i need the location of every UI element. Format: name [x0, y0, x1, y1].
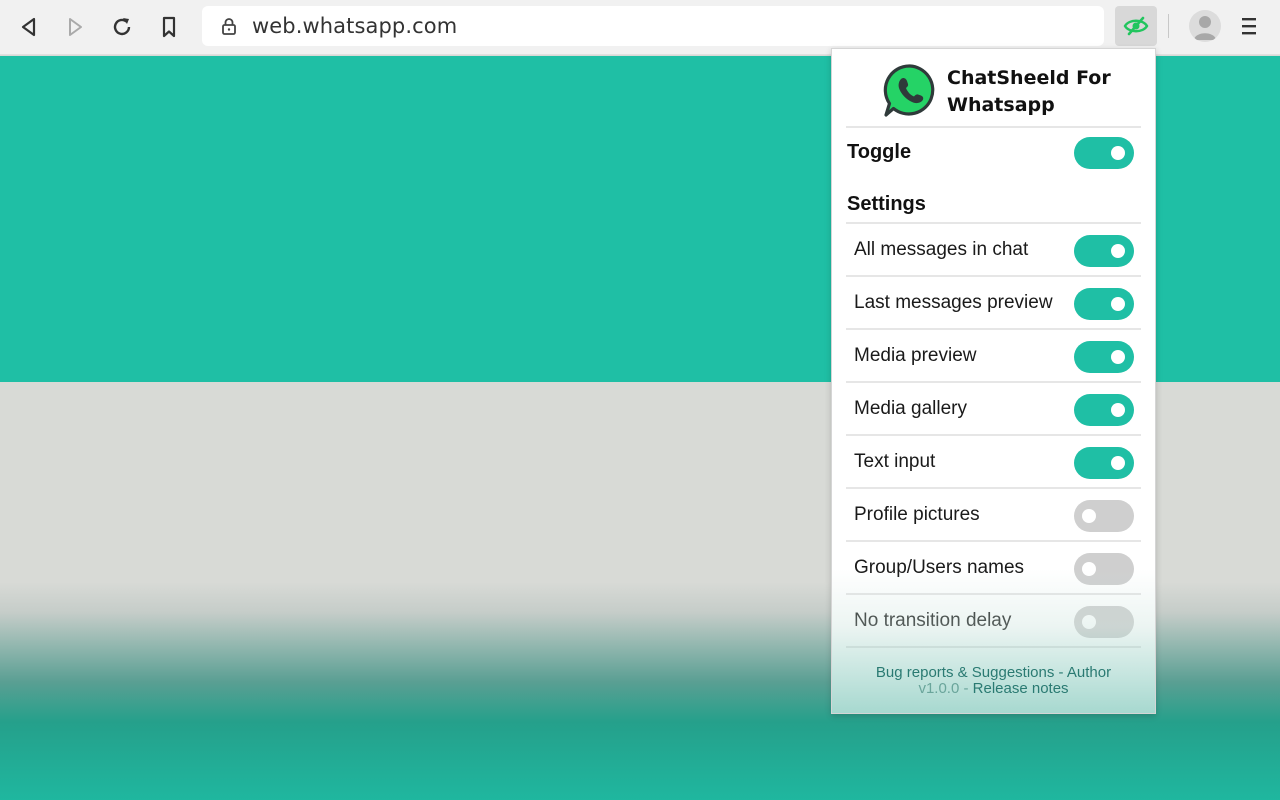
whatsapp-logo-icon [883, 64, 935, 117]
switch-knob [1111, 350, 1125, 364]
divider [846, 126, 1141, 128]
setting-toggle-switch[interactable] [1074, 288, 1134, 320]
toggle-heading: Toggle [847, 141, 912, 163]
popup-header: ChatSheeld For Whatsapp [832, 49, 1155, 127]
bug-reports-link[interactable]: Bug reports & Suggestions [876, 664, 1054, 681]
setting-toggle-switch[interactable] [1074, 500, 1134, 532]
setting-label: Last messages preview [854, 292, 1053, 313]
url-text: web.whatsapp.com [252, 14, 458, 38]
setting-row: Media gallery [846, 383, 1141, 436]
setting-label: Profile pictures [854, 504, 980, 525]
switch-knob [1111, 244, 1125, 258]
version-text: v1.0.0 [918, 680, 960, 697]
setting-row: No transition delay [846, 595, 1141, 648]
browser-toolbar: web.whatsapp.com [0, 0, 1280, 55]
footer-separator: - [959, 680, 973, 697]
lock-icon [222, 18, 236, 35]
switch-knob [1111, 297, 1125, 311]
settings-heading: Settings [847, 193, 926, 215]
setting-toggle-switch[interactable] [1074, 341, 1134, 373]
brand-title-line1: ChatSheeld For [947, 67, 1111, 89]
brand-title-line2: Whatsapp [947, 94, 1055, 116]
setting-row: Profile pictures [846, 489, 1141, 542]
setting-label: All messages in chat [854, 239, 1029, 260]
chatsheeld-popup: ChatSheeld For Whatsapp Toggle Settings … [831, 48, 1156, 714]
setting-toggle-switch[interactable] [1074, 447, 1134, 479]
setting-label: No transition delay [854, 610, 1012, 631]
footer-separator: - [1054, 664, 1067, 681]
setting-label: Text input [854, 451, 936, 472]
setting-label: Media gallery [854, 398, 967, 419]
setting-toggle-switch[interactable] [1074, 553, 1134, 585]
back-arrow-icon[interactable] [14, 12, 44, 42]
release-notes-link[interactable]: Release notes [973, 680, 1069, 697]
setting-label: Group/Users names [854, 557, 1025, 578]
switch-knob [1082, 615, 1096, 629]
bookmark-icon[interactable] [154, 12, 184, 42]
setting-toggle-switch[interactable] [1074, 235, 1134, 267]
switch-knob [1082, 509, 1096, 523]
switch-knob [1111, 456, 1125, 470]
setting-row: Text input [846, 436, 1141, 489]
forward-arrow-icon[interactable] [60, 12, 90, 42]
menu-icon[interactable] [1238, 14, 1260, 38]
chatsheeld-extension-button[interactable] [1115, 6, 1157, 46]
popup-footer: Bug reports & Suggestions - Author v1.0.… [832, 665, 1155, 697]
avatar-icon[interactable] [1189, 10, 1221, 42]
setting-toggle-switch[interactable] [1074, 606, 1134, 638]
setting-row: Last messages preview [846, 277, 1141, 330]
eye-slash-icon [1123, 16, 1149, 36]
setting-row: Group/Users names [846, 542, 1141, 595]
reload-icon[interactable] [107, 12, 137, 42]
switch-knob [1082, 562, 1096, 576]
setting-label: Media preview [854, 345, 977, 366]
switch-knob [1111, 146, 1125, 160]
address-bar[interactable]: web.whatsapp.com [202, 6, 1104, 46]
main-toggle-switch[interactable] [1074, 137, 1134, 169]
switch-knob [1111, 403, 1125, 417]
setting-toggle-switch[interactable] [1074, 394, 1134, 426]
author-link[interactable]: Author [1067, 664, 1111, 681]
setting-row: Media preview [846, 330, 1141, 383]
toolbar-divider [1168, 14, 1169, 38]
brand-title: ChatSheeld For Whatsapp [947, 65, 1137, 119]
setting-row: All messages in chat [846, 224, 1141, 277]
